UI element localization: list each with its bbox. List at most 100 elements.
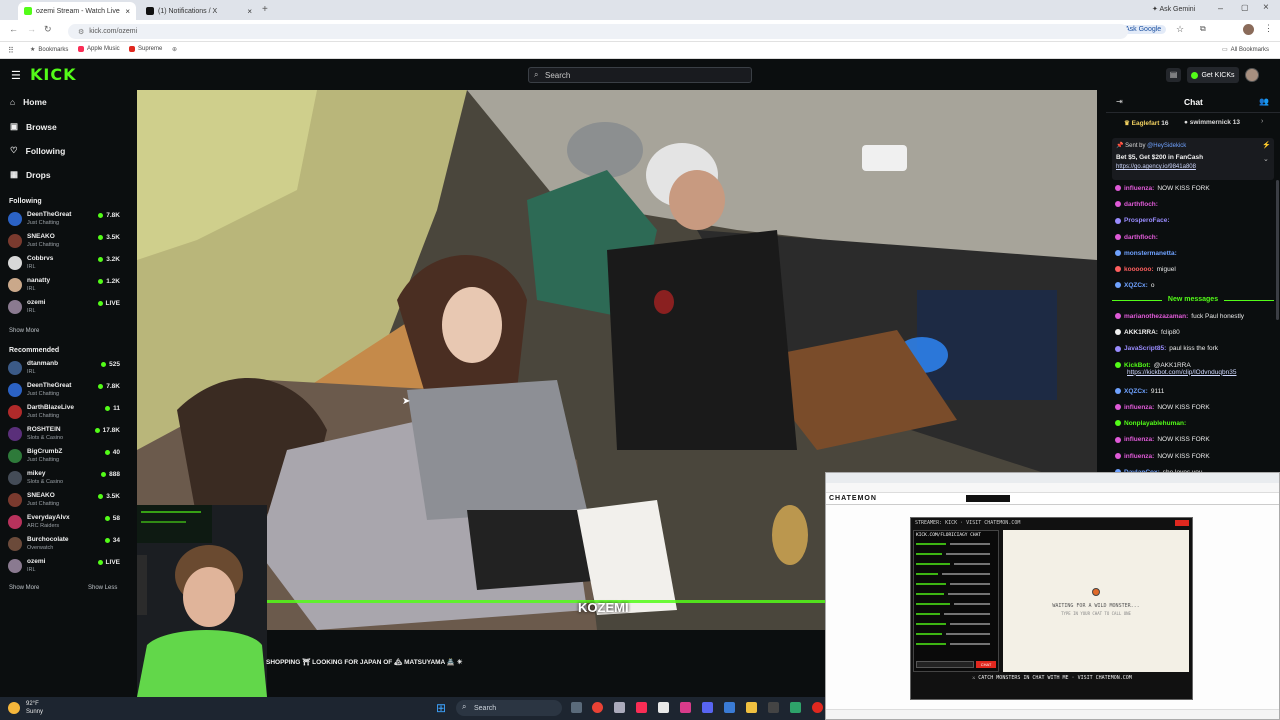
show-less-recommended[interactable]: Show Less — [88, 585, 117, 591]
top-gifter-1[interactable]: ♛ Eaglefart 16 — [1124, 119, 1169, 127]
app-taskbar-icon[interactable] — [790, 702, 801, 713]
sidebar-channel[interactable]: BigCrumbZ Just Chatting 40 — [8, 447, 122, 467]
hamburger-menu-icon[interactable]: ☰ — [11, 69, 21, 82]
sidebar-channel[interactable]: nanatty IRL 1.2K — [8, 276, 122, 296]
tab-x-notifications[interactable]: (1) Notifications / X × — [140, 2, 258, 20]
chat-username[interactable]: ProsperoFace: — [1124, 217, 1170, 224]
chat-username[interactable]: XQZCx: — [1124, 282, 1148, 289]
menu-kebab-icon[interactable]: ⋮ — [1264, 23, 1273, 34]
sidebar-channel[interactable]: DarthBlazeLive Just Chatting 11 — [8, 403, 122, 423]
bookmark-apple-music[interactable]: Apple Music — [78, 46, 120, 52]
sidebar-channel[interactable]: DeenTheGreat Just Chatting 7.8K — [8, 381, 122, 401]
bookmark-bookmarks[interactable]: ★ Bookmarks — [30, 46, 68, 54]
kick-logo[interactable]: KICK — [30, 65, 77, 84]
sidebar-channel[interactable]: SNEAKO Just Chatting 3.5K — [8, 232, 122, 252]
terminal-taskbar-icon[interactable] — [768, 702, 779, 713]
theater-mode-icon[interactable]: ▤ — [1166, 68, 1181, 82]
instagram-taskbar-icon[interactable] — [680, 702, 691, 713]
search-input[interactable]: ⌕ Search — [528, 67, 752, 83]
chat-username[interactable]: darthfloch: — [1124, 234, 1158, 241]
chat-message[interactable]: influenza: NOW KISS FORK — [1115, 185, 1210, 192]
weather-sun-icon[interactable] — [8, 702, 20, 714]
sidebar-channel[interactable]: Cobbrvs IRL 3.2K — [8, 254, 122, 274]
chat-message[interactable]: Nonplayablehuman: — [1115, 420, 1189, 427]
chat-message[interactable]: ProsperoFace: — [1115, 217, 1173, 224]
tab-close-icon[interactable]: × — [247, 7, 252, 16]
chat-username[interactable]: AKK1RRA: — [1124, 329, 1158, 336]
chat-message[interactable]: influenza: NOW KISS FORK — [1115, 436, 1210, 443]
get-kicks-button[interactable]: Get KICKs — [1187, 67, 1239, 83]
chat-message[interactable]: influenza: NOW KISS FORK — [1115, 404, 1210, 411]
sidebar-channel[interactable]: EverydayAlvx ARC Raiders 58 — [8, 513, 122, 533]
chat-scrollbar[interactable] — [1276, 180, 1279, 320]
chat-username[interactable]: Nonplayablehuman: — [1124, 420, 1186, 427]
folder-taskbar-icon[interactable] — [746, 702, 757, 713]
nav-browse[interactable]: ▣ Browse — [10, 121, 57, 132]
explorer-taskbar-icon[interactable] — [724, 702, 735, 713]
bookmark-supreme[interactable]: Supreme — [129, 46, 162, 52]
nav-drops[interactable]: ▦ Drops — [10, 169, 51, 180]
overlay-browser-window[interactable]: CHATEMON STREAMER: KICK · VISIT CHATEMON… — [825, 472, 1280, 720]
chat-message[interactable]: monstermanetta: — [1115, 250, 1180, 257]
sidebar-channel[interactable]: DeenTheGreat Just Chatting 7.8K — [8, 210, 122, 230]
chat-message[interactable]: JavaScript85: paul kiss the fork — [1115, 345, 1218, 352]
chat-message[interactable]: marianothezazaman: fuck Paul honestly — [1115, 313, 1244, 320]
top-gifter-2[interactable]: ● swimmernick 13 — [1184, 119, 1240, 126]
nav-home[interactable]: ⌂ Home — [10, 97, 47, 107]
show-more-recommended[interactable]: Show More — [9, 585, 39, 591]
chat-message[interactable]: XQZCx: 9111 — [1115, 388, 1164, 395]
chatemon-chat-input[interactable] — [916, 661, 974, 668]
gifters-more-icon[interactable]: › — [1261, 118, 1263, 125]
chat-message[interactable]: influenza: NOW KISS FORK — [1115, 453, 1210, 460]
sidebar-channel[interactable]: Burchocolate Overwatch 34 — [8, 535, 122, 555]
all-bookmarks[interactable]: ▭ All Bookmarks — [1222, 46, 1269, 54]
bookmark-star-icon[interactable]: ☆ — [1176, 24, 1184, 35]
windows-start-icon[interactable]: ⊞ — [436, 701, 446, 715]
obs-taskbar-icon[interactable] — [812, 702, 823, 713]
extensions-icon[interactable]: ⧉ — [1200, 24, 1206, 34]
pinned-message[interactable]: 📌 Sent by @HeySidekick Bet $5, Get $200 … — [1112, 138, 1274, 180]
tab-close-icon[interactable]: × — [125, 7, 130, 16]
chat-username[interactable]: influenza: — [1124, 436, 1154, 443]
pinned-link[interactable]: https://go.agency.io/9841a808 — [1116, 164, 1196, 170]
window-close-icon[interactable]: × — [1263, 2, 1269, 13]
site-info-icon[interactable]: ⚙ — [78, 28, 84, 36]
unpin-icon[interactable]: ⚡ — [1262, 141, 1271, 149]
chat-message[interactable]: darthfloch: — [1115, 201, 1161, 208]
chat-username[interactable]: marianothezazaman: — [1124, 313, 1188, 320]
weather-widget[interactable]: 92°F Sunny — [26, 700, 43, 716]
profile-avatar[interactable] — [1243, 24, 1254, 35]
chat-username[interactable]: JavaScript85: — [1124, 345, 1166, 352]
chat-link[interactable]: https://kickbot.com/clip/lOdvnduqbn35 — [1127, 369, 1236, 376]
tab-kick[interactable]: ozemi Stream - Watch Live × — [18, 2, 136, 20]
chat-username[interactable]: darthfloch: — [1124, 201, 1158, 208]
globe-icon[interactable]: ⊕ — [172, 46, 177, 53]
chat-username[interactable]: influenza: — [1124, 404, 1154, 411]
files-taskbar-icon[interactable] — [658, 702, 669, 713]
chat-message[interactable]: KickBot: @AKK1RRA https://kickbot.com/clip… — [1115, 362, 1236, 376]
chatemon-send-button[interactable]: CHAT — [976, 661, 996, 668]
ask-gemini-button[interactable]: ✦ Ask Gemini — [1152, 5, 1195, 13]
chat-message[interactable]: AKK1RRA: fclip80 — [1115, 329, 1180, 336]
expand-chevron-icon[interactable]: ⌄ — [1263, 155, 1269, 163]
chat-message[interactable]: XQZCx: o — [1115, 282, 1154, 289]
user-avatar[interactable] — [1245, 68, 1259, 82]
forward-icon[interactable]: → — [27, 24, 36, 34]
chat-users-icon[interactable]: 👥 — [1259, 97, 1269, 106]
maximize-icon[interactable]: ▢ — [1241, 3, 1249, 12]
chat-message[interactable]: darthfloch: — [1115, 234, 1161, 241]
chat-username[interactable]: monstermanetta: — [1124, 250, 1177, 257]
sidebar-channel[interactable]: ozemi IRL LIVE — [8, 298, 122, 318]
taskbar-search[interactable]: ⌕ Search — [456, 700, 562, 716]
show-more-following[interactable]: Show More — [9, 328, 39, 334]
sidebar-channel[interactable]: SNEAKO Just Chatting 3.5K — [8, 491, 122, 511]
collapse-chat-icon[interactable]: ⇥ — [1116, 97, 1123, 106]
chat-username[interactable]: XQZCx: — [1124, 388, 1148, 395]
reload-icon[interactable]: ↻ — [44, 24, 52, 35]
address-bar[interactable]: ⚙ kick.com/ozemi — [68, 24, 1128, 39]
chatemon-logo[interactable]: CHATEMON — [829, 495, 877, 502]
notepad-taskbar-icon[interactable] — [614, 702, 625, 713]
discord-taskbar-icon[interactable] — [702, 702, 713, 713]
apps-grid-icon[interactable]: ⠿ — [8, 46, 14, 55]
chrome-taskbar-icon[interactable] — [592, 702, 603, 713]
